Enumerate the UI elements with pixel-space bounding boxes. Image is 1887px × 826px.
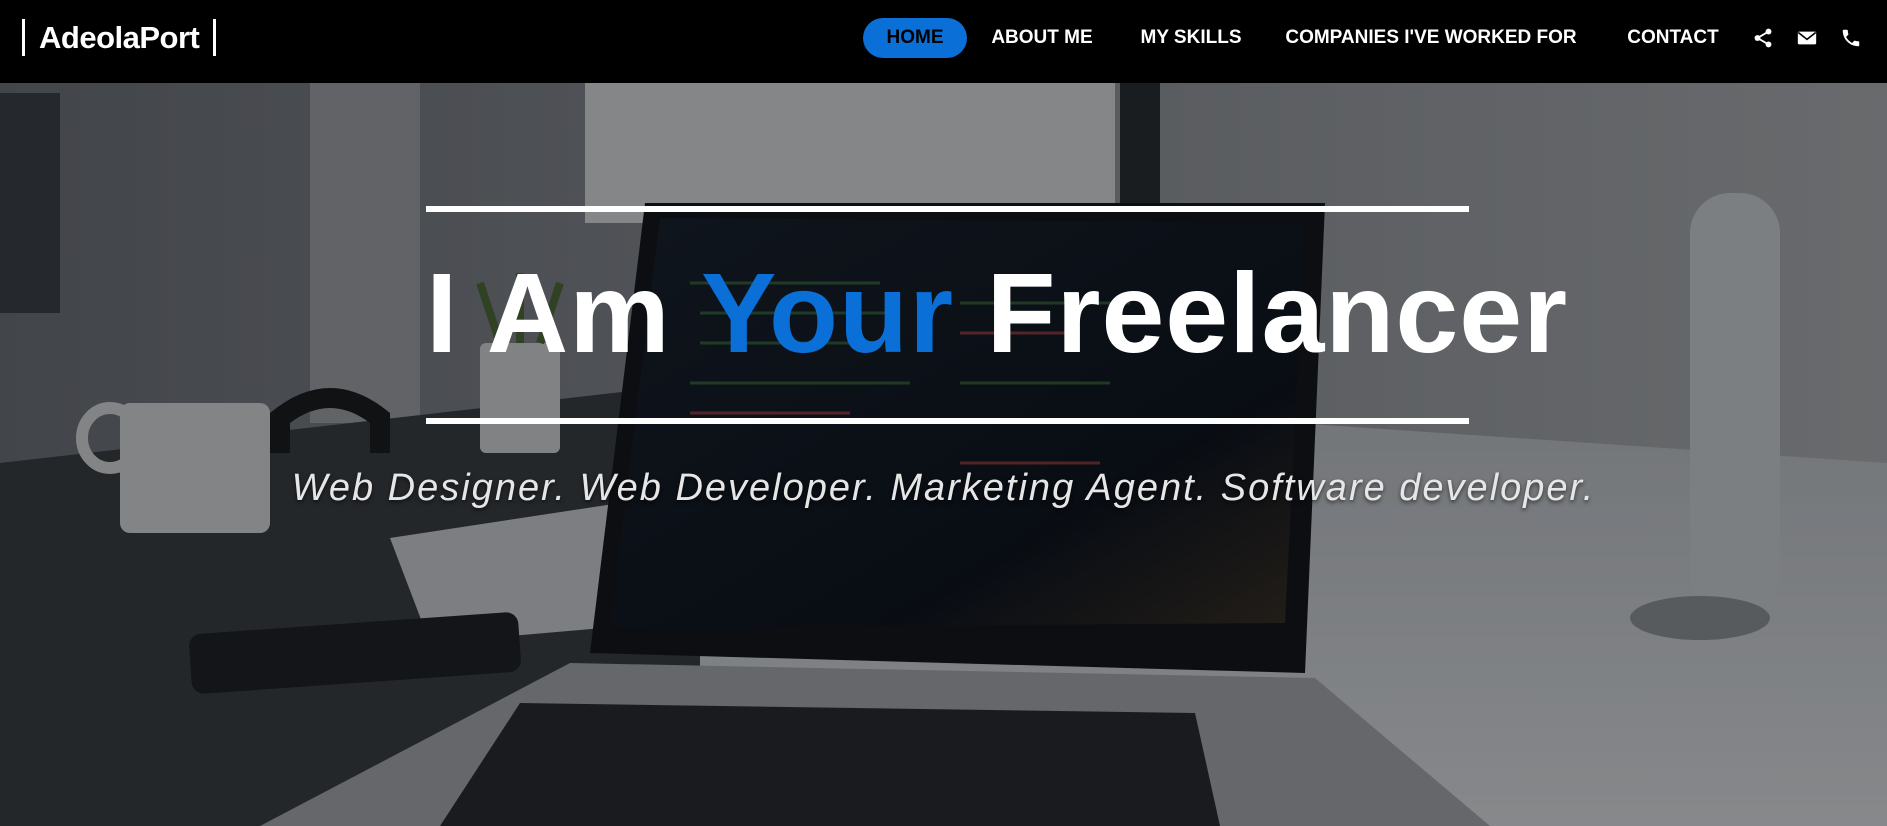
hero-headline: I Am Your Freelancer — [426, 250, 1567, 376]
headline-top-rule — [426, 206, 1469, 212]
envelope-icon[interactable] — [1796, 27, 1818, 49]
nav-item-companies[interactable]: COMPANIES I'VE WORKED FOR — [1278, 18, 1584, 58]
hero-tagline: Web Designer. Web Developer. Marketing A… — [291, 467, 1596, 509]
headline-bottom-rule — [426, 418, 1469, 424]
brand-logo[interactable]: AdeolaPort — [22, 19, 217, 56]
share-icon[interactable] — [1752, 27, 1774, 49]
hero-dim-overlay — [0, 83, 1887, 826]
phone-icon[interactable] — [1840, 27, 1862, 49]
nav-item-home[interactable]: HOME — [863, 18, 967, 58]
nav-item-contact[interactable]: CONTACT — [1608, 18, 1738, 58]
headline-accent-word: Your — [701, 250, 955, 376]
headline-part-2: Freelancer — [954, 250, 1569, 376]
hero-section: I Am Your Freelancer Web Designer. Web D… — [0, 83, 1887, 826]
navbar: AdeolaPort HOME ABOUT ME MY SKILLS COMPA… — [0, 0, 1887, 83]
nav-item-my-skills[interactable]: MY SKILLS — [1128, 18, 1254, 58]
nav-item-about-me[interactable]: ABOUT ME — [982, 18, 1102, 58]
headline-part-1: I Am — [426, 250, 702, 376]
